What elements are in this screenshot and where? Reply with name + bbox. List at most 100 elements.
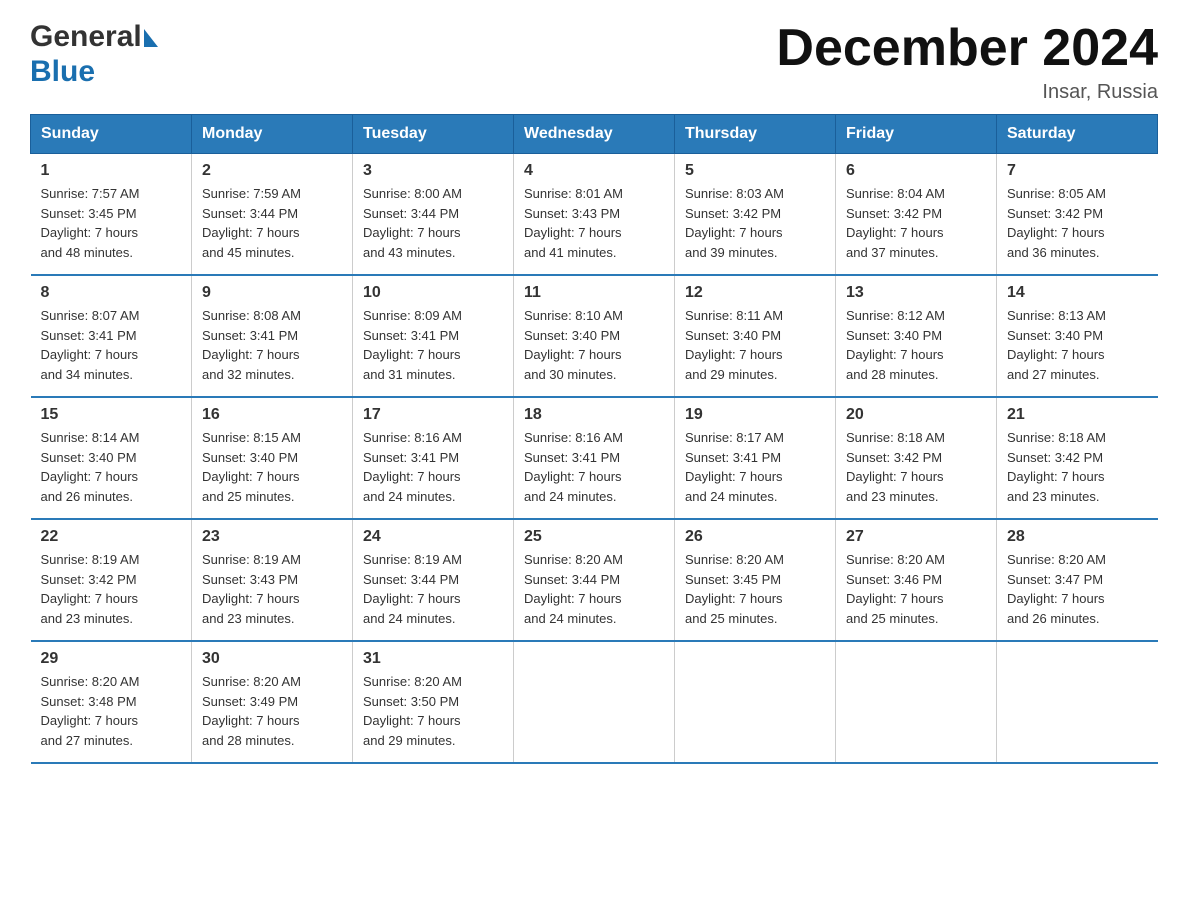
day-info: Sunrise: 8:05 AMSunset: 3:42 PMDaylight:… [1007,184,1148,262]
day-number: 14 [1007,284,1148,302]
day-cell: 31Sunrise: 8:20 AMSunset: 3:50 PMDayligh… [353,641,514,763]
day-cell: 16Sunrise: 8:15 AMSunset: 3:40 PMDayligh… [192,397,353,519]
day-info: Sunrise: 8:20 AMSunset: 3:44 PMDaylight:… [524,550,664,628]
day-number: 6 [846,162,986,180]
day-info: Sunrise: 8:12 AMSunset: 3:40 PMDaylight:… [846,306,986,384]
day-cell: 27 Sunrise: 8:20 AMSunset: 3:46 PMDayligh… [836,519,997,641]
day-number: 22 [41,528,182,546]
day-cell: 23 Sunrise: 8:19 AMSunset: 3:43 PMDayligh… [192,519,353,641]
day-info: Sunrise: 8:16 AMSunset: 3:41 PMDaylight:… [524,428,664,506]
day-info: Sunrise: 8:19 AMSunset: 3:44 PMDaylight:… [363,550,503,628]
day-info: Sunrise: 8:11 AMSunset: 3:40 PMDaylight:… [685,306,825,384]
day-cell [514,641,675,763]
header-friday: Friday [836,115,997,154]
day-info: Sunrise: 8:20 AMSunset: 3:46 PMDaylight:… [846,550,986,628]
day-number: 15 [41,406,182,424]
day-cell: 9Sunrise: 8:08 AMSunset: 3:41 PMDaylight… [192,275,353,397]
title-area: December 2024 Insar, Russia [776,20,1158,104]
day-info: Sunrise: 8:18 AMSunset: 3:42 PMDaylight:… [846,428,986,506]
day-cell: 8Sunrise: 8:07 AMSunset: 3:41 PMDaylight… [31,275,192,397]
day-number: 11 [524,284,664,302]
header-tuesday: Tuesday [353,115,514,154]
header-monday: Monday [192,115,353,154]
day-info: Sunrise: 8:09 AMSunset: 3:41 PMDaylight:… [363,306,503,384]
day-cell: 21 Sunrise: 8:18 AMSunset: 3:42 PMDayligh… [997,397,1158,519]
day-cell: 29 Sunrise: 8:20 AMSunset: 3:48 PMDayligh… [31,641,192,763]
day-info: Sunrise: 8:01 AMSunset: 3:43 PMDaylight:… [524,184,664,262]
day-cell: 30Sunrise: 8:20 AMSunset: 3:49 PMDayligh… [192,641,353,763]
day-number: 29 [41,650,182,668]
day-number: 24 [363,528,503,546]
day-cell: 26 Sunrise: 8:20 AMSunset: 3:45 PMDayligh… [675,519,836,641]
day-number: 13 [846,284,986,302]
day-number: 2 [202,162,342,180]
logo-blue-text: Blue [30,55,95,88]
day-cell: 2 Sunrise: 7:59 AMSunset: 3:44 PMDaylight… [192,154,353,276]
day-info: Sunrise: 8:20 AMSunset: 3:45 PMDaylight:… [685,550,825,628]
day-cell [836,641,997,763]
day-info: Sunrise: 8:16 AMSunset: 3:41 PMDaylight:… [363,428,503,506]
day-cell: 10 Sunrise: 8:09 AMSunset: 3:41 PMDayligh… [353,275,514,397]
day-number: 26 [685,528,825,546]
day-info: Sunrise: 8:14 AMSunset: 3:40 PMDaylight:… [41,428,182,506]
week-row-4: 22 Sunrise: 8:19 AMSunset: 3:42 PMDayligh… [31,519,1158,641]
day-info: Sunrise: 8:19 AMSunset: 3:42 PMDaylight:… [41,550,182,628]
day-cell: 4Sunrise: 8:01 AMSunset: 3:43 PMDaylight… [514,154,675,276]
day-cell: 28 Sunrise: 8:20 AMSunset: 3:47 PMDayligh… [997,519,1158,641]
calendar-subtitle: Insar, Russia [776,81,1158,104]
day-cell: 18 Sunrise: 8:16 AMSunset: 3:41 PMDayligh… [514,397,675,519]
day-info: Sunrise: 7:59 AMSunset: 3:44 PMDaylight:… [202,184,342,262]
day-info: Sunrise: 8:20 AMSunset: 3:48 PMDaylight:… [41,672,182,750]
calendar-header-row: SundayMondayTuesdayWednesdayThursdayFrid… [31,115,1158,154]
day-number: 28 [1007,528,1148,546]
day-number: 1 [41,162,182,180]
day-cell: 22 Sunrise: 8:19 AMSunset: 3:42 PMDayligh… [31,519,192,641]
day-info: Sunrise: 8:20 AMSunset: 3:47 PMDaylight:… [1007,550,1148,628]
logo: General Blue [30,20,158,89]
day-info: Sunrise: 8:13 AMSunset: 3:40 PMDaylight:… [1007,306,1148,384]
day-number: 21 [1007,406,1148,424]
day-number: 31 [363,650,503,668]
day-number: 18 [524,406,664,424]
day-cell: 19 Sunrise: 8:17 AMSunset: 3:41 PMDayligh… [675,397,836,519]
day-number: 8 [41,284,182,302]
day-info: Sunrise: 8:19 AMSunset: 3:43 PMDaylight:… [202,550,342,628]
day-cell: 5 Sunrise: 8:03 AMSunset: 3:42 PMDaylight… [675,154,836,276]
day-number: 20 [846,406,986,424]
day-cell: 25Sunrise: 8:20 AMSunset: 3:44 PMDayligh… [514,519,675,641]
day-number: 27 [846,528,986,546]
week-row-1: 1 Sunrise: 7:57 AMSunset: 3:45 PMDaylight… [31,154,1158,276]
header-sunday: Sunday [31,115,192,154]
day-cell: 7 Sunrise: 8:05 AMSunset: 3:42 PMDaylight… [997,154,1158,276]
day-cell: 12 Sunrise: 8:11 AMSunset: 3:40 PMDayligh… [675,275,836,397]
day-number: 10 [363,284,503,302]
day-number: 23 [202,528,342,546]
week-row-2: 8Sunrise: 8:07 AMSunset: 3:41 PMDaylight… [31,275,1158,397]
logo-arrow-icon [144,29,158,47]
day-cell: 6Sunrise: 8:04 AMSunset: 3:42 PMDaylight… [836,154,997,276]
day-cell: 17 Sunrise: 8:16 AMSunset: 3:41 PMDayligh… [353,397,514,519]
day-info: Sunrise: 8:00 AMSunset: 3:44 PMDaylight:… [363,184,503,262]
header-saturday: Saturday [997,115,1158,154]
day-info: Sunrise: 7:57 AMSunset: 3:45 PMDaylight:… [41,184,182,262]
day-info: Sunrise: 8:15 AMSunset: 3:40 PMDaylight:… [202,428,342,506]
day-number: 17 [363,406,503,424]
day-number: 7 [1007,162,1148,180]
day-cell: 1 Sunrise: 7:57 AMSunset: 3:45 PMDaylight… [31,154,192,276]
day-number: 5 [685,162,825,180]
day-cell: 24 Sunrise: 8:19 AMSunset: 3:44 PMDayligh… [353,519,514,641]
day-number: 19 [685,406,825,424]
day-number: 12 [685,284,825,302]
day-info: Sunrise: 8:03 AMSunset: 3:42 PMDaylight:… [685,184,825,262]
day-number: 9 [202,284,342,302]
day-info: Sunrise: 8:18 AMSunset: 3:42 PMDaylight:… [1007,428,1148,506]
day-cell: 13 Sunrise: 8:12 AMSunset: 3:40 PMDayligh… [836,275,997,397]
day-info: Sunrise: 8:17 AMSunset: 3:41 PMDaylight:… [685,428,825,506]
day-cell: 3 Sunrise: 8:00 AMSunset: 3:44 PMDaylight… [353,154,514,276]
page-header: General Blue December 2024 Insar, Russia [30,20,1158,104]
week-row-3: 15 Sunrise: 8:14 AMSunset: 3:40 PMDayligh… [31,397,1158,519]
day-cell [997,641,1158,763]
day-number: 30 [202,650,342,668]
header-wednesday: Wednesday [514,115,675,154]
day-number: 3 [363,162,503,180]
